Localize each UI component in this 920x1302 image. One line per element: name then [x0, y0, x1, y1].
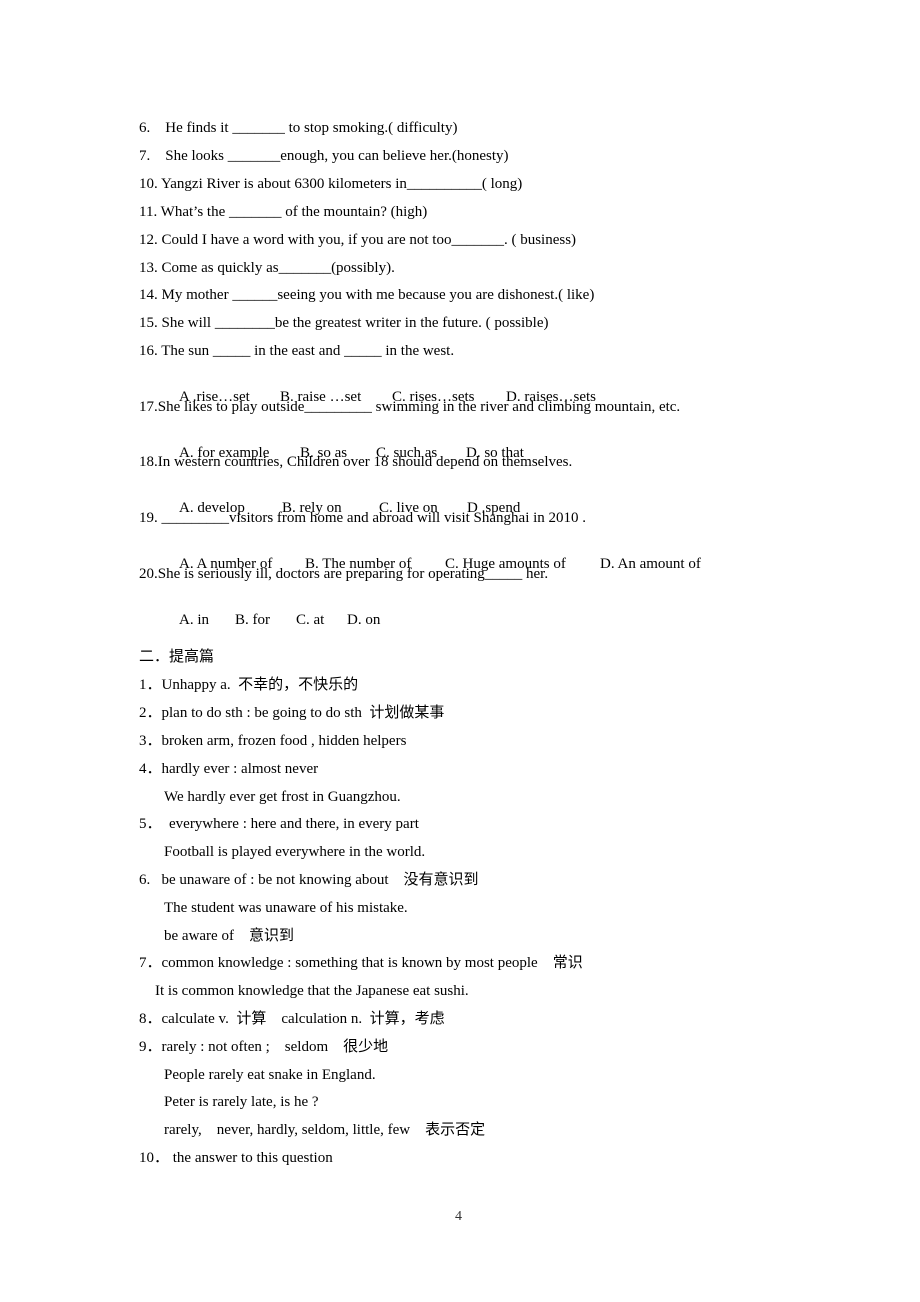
vocab-line: 5． everywhere : here and there, in every… [139, 816, 419, 832]
example-sentence: Football is played everywhere in the wor… [164, 844, 426, 860]
exercise-17: 17.She likes to play outside_________ sw… [139, 399, 681, 415]
example-sentence: People rarely eat snake in England. [164, 1067, 376, 1083]
vocab-line: 10． the answer to this question [139, 1150, 333, 1166]
exercise-16: 16. The sun _____ in the east and _____ … [139, 343, 455, 359]
exercise-13: 13. Come as quickly as_______(possibly). [139, 260, 395, 276]
vocab-line: 2．plan to do sth : be going to do sth 计划… [139, 705, 445, 721]
vocab-line: 8．calculate v. 计算 calculation n. 计算，考虑 [139, 1011, 445, 1027]
example-sentence: rarely, never, hardly, seldom, little, f… [164, 1122, 486, 1138]
section-heading: 二．提高篇 [139, 649, 215, 665]
exercise-18: 18.In western countries, Children over 1… [139, 454, 573, 470]
vocab-line: 6. be unaware of : be not knowing about … [139, 872, 479, 888]
exercise-7: 7. She looks _______enough, you can beli… [139, 148, 509, 164]
option-a: A. in [179, 612, 209, 628]
example-sentence: The student was unaware of his mistake. [164, 900, 408, 916]
exercise-11: 11. What’s the _______ of the mountain? … [139, 204, 428, 220]
exercise-20: 20.She is seriously ill, doctors are pre… [139, 566, 549, 582]
exercise-10: 10. Yangzi River is about 6300 kilometer… [139, 176, 523, 192]
exercise-14: 14. My mother ______seeing you with me b… [139, 287, 595, 303]
exercise-15: 15. She will ________be the greatest wri… [139, 315, 549, 331]
option-d: D. on [347, 612, 381, 628]
example-sentence: be aware of 意识到 [164, 928, 294, 944]
example-sentence: It is common knowledge that the Japanese… [155, 983, 469, 999]
vocab-line: 9．rarely : not often ; seldom 很少地 [139, 1039, 389, 1055]
option-c: C. at [296, 612, 325, 628]
exercise-6: 6. He finds it _______ to stop smoking.(… [139, 120, 458, 136]
option-d: D. An amount of [600, 556, 701, 572]
vocab-line: 7．common knowledge : something that is k… [139, 955, 583, 971]
exercise-19: 19. _________visitors from home and abro… [139, 510, 587, 526]
vocab-line: 1．Unhappy a. 不幸的，不快乐的 [139, 677, 359, 693]
exercise-20-options: A. in B. for C. at D. on [164, 593, 380, 647]
page-number: 4 [455, 1209, 462, 1224]
option-b: B. for [235, 612, 270, 628]
vocab-line: 3．broken arm, frozen food , hidden helpe… [139, 733, 407, 749]
document-page: 6. He finds it _______ to stop smoking.(… [0, 0, 920, 1302]
example-sentence: We hardly ever get frost in Guangzhou. [164, 789, 401, 805]
exercise-12: 12. Could I have a word with you, if you… [139, 232, 577, 248]
vocab-line: 4．hardly ever : almost never [139, 761, 319, 777]
example-sentence: Peter is rarely late, is he ? [164, 1094, 319, 1110]
